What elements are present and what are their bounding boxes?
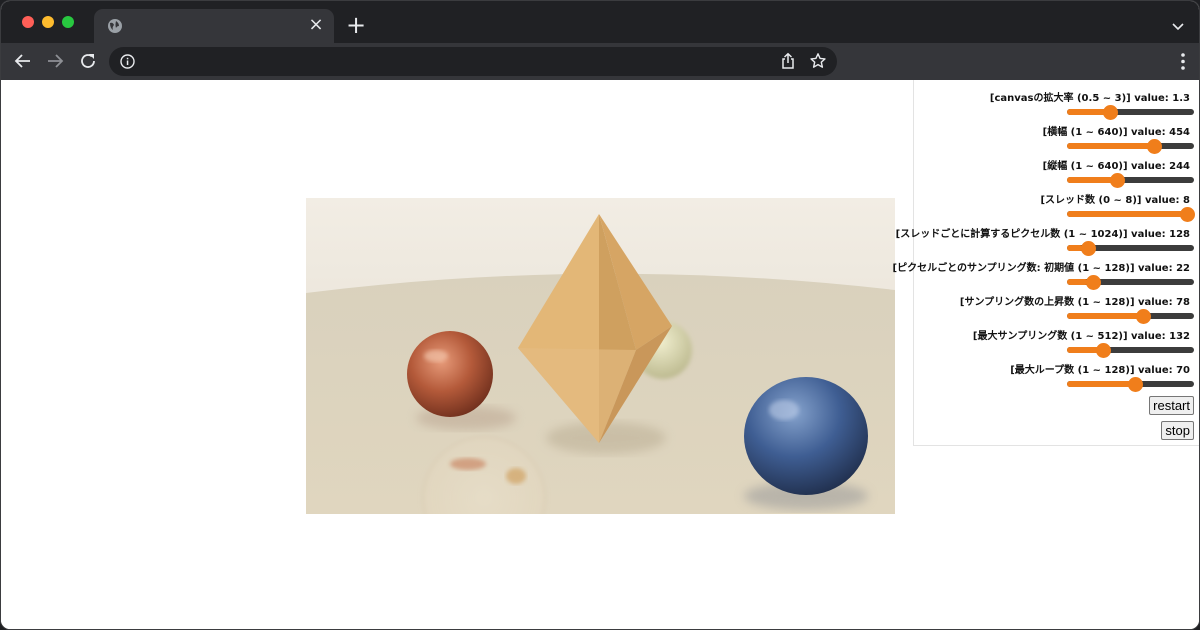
bookmark-star-icon[interactable] xyxy=(809,52,827,70)
reload-icon[interactable] xyxy=(78,51,98,71)
browser-tab[interactable]: × xyxy=(94,9,334,43)
stop-button[interactable]: stop xyxy=(1161,421,1194,440)
slider-label: [canvasの拡大率 (0.5 ~ 3)] value: 1.3 xyxy=(989,93,1190,104)
more-menu-icon[interactable] xyxy=(1181,53,1185,70)
slider-control: [縦幅 (1 ~ 640)] value: 244 xyxy=(913,149,1199,188)
slider-control: [サンプリング数の上昇数 (1 ~ 128)] value: 78 xyxy=(913,285,1199,324)
page-viewport: [canvasの拡大率 (0.5 ~ 3)] value: 1.3 [横幅 (1 … xyxy=(1,80,1199,629)
raytrace-canvas xyxy=(306,198,895,514)
slider-label: [横幅 (1 ~ 640)] value: 454 xyxy=(1042,127,1190,138)
new-tab-button[interactable]: + xyxy=(344,13,368,37)
slider-label: [サンプリング数の上昇数 (1 ~ 128)] value: 78 xyxy=(959,297,1190,308)
minimize-window-button[interactable] xyxy=(42,16,54,28)
tab-strip: × + xyxy=(1,1,1199,43)
slider-control: [最大ループ数 (1 ~ 128)] value: 70 xyxy=(913,353,1199,392)
back-arrow-icon[interactable] xyxy=(13,51,33,71)
chevron-down-icon[interactable] xyxy=(1171,17,1185,31)
slider-label: [最大サンプリング数 (1 ~ 512)] value: 132 xyxy=(972,331,1190,342)
slider-control: [canvasの拡大率 (0.5 ~ 3)] value: 1.3 xyxy=(913,81,1199,120)
browser-window: × + [canvasの拡大率 (0.5 ~ 3)] value: 1.3 [横… xyxy=(0,0,1200,630)
slider-control: [横幅 (1 ~ 640)] value: 454 xyxy=(913,115,1199,154)
close-window-button[interactable] xyxy=(22,16,34,28)
range-slider[interactable] xyxy=(1067,377,1194,392)
slider-thumb[interactable] xyxy=(1128,377,1144,392)
zoom-window-button[interactable] xyxy=(62,16,74,28)
slider-label: [スレッド数 (0 ~ 8)] value: 8 xyxy=(1040,195,1190,206)
address-bar[interactable] xyxy=(109,47,837,76)
forward-arrow-icon[interactable] xyxy=(45,51,65,71)
slider-control: [スレッド数 (0 ~ 8)] value: 8 xyxy=(913,183,1199,222)
restart-button[interactable]: restart xyxy=(1149,396,1194,415)
info-icon[interactable] xyxy=(119,53,136,70)
share-icon[interactable] xyxy=(779,52,797,70)
slider-control: [最大サンプリング数 (1 ~ 512)] value: 132 xyxy=(913,319,1199,358)
tab-close-button[interactable]: × xyxy=(306,15,326,35)
slider-control: [ピクセルごとのサンプリング数: 初期値 (1 ~ 128)] value: 2… xyxy=(893,251,1199,290)
slider-label: [ピクセルごとのサンプリング数: 初期値 (1 ~ 128)] value: 2… xyxy=(892,263,1191,274)
globe-icon xyxy=(107,18,123,34)
slider-control: [スレッドごとに計算するピクセル数 (1 ~ 1024)] value: 128 xyxy=(896,217,1199,256)
slider-label: [縦幅 (1 ~ 640)] value: 244 xyxy=(1042,161,1190,172)
settings-panel: [canvasの拡大率 (0.5 ~ 3)] value: 1.3 [横幅 (1 … xyxy=(893,80,1199,446)
slider-label: [スレッドごとに計算するピクセル数 (1 ~ 1024)] value: 128 xyxy=(895,229,1190,240)
slider-label: [最大ループ数 (1 ~ 128)] value: 70 xyxy=(1010,365,1190,376)
browser-toolbar xyxy=(1,43,1199,80)
slider-fill xyxy=(1067,381,1136,387)
